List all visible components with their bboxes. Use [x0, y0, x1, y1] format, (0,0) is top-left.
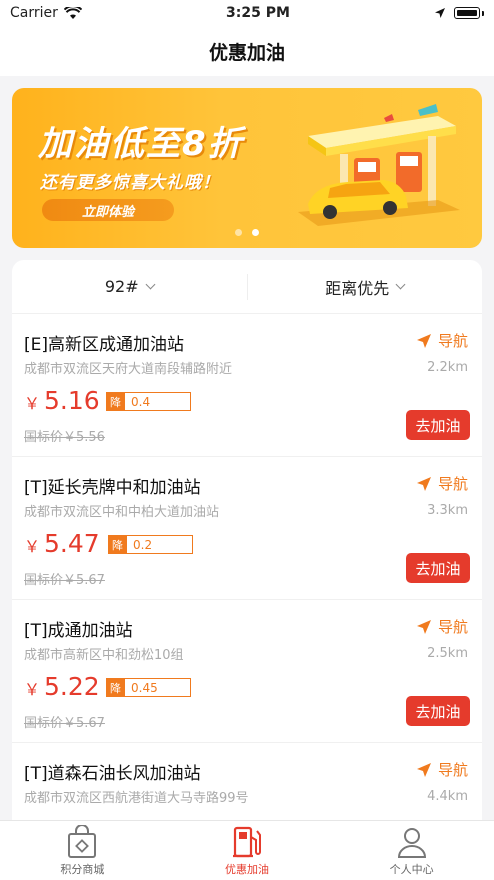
standard-price: 国标价￥5.56 [24, 430, 105, 445]
status-bar: Carrier 3:25 PM [0, 0, 494, 26]
promo-banner[interactable]: 加油低至8折 还有更多惊喜大礼哦！ 立即体验 [12, 88, 482, 248]
currency-symbol: ￥ [24, 537, 41, 556]
shopping-bag-icon [68, 825, 97, 858]
fuel-type-label: 92# [104, 277, 139, 296]
go-refuel-button[interactable]: 去加油 [406, 696, 470, 726]
navigation-arrow-icon [416, 333, 431, 348]
navigate-button[interactable]: 导航 [416, 330, 468, 351]
price-value: 5.47 [44, 529, 100, 558]
discount-tag: 降 [108, 535, 127, 554]
discount-badge: 降 0.4 [106, 392, 191, 411]
tab-label: 个人中心 [389, 863, 434, 876]
station-distance: 2.2km [427, 360, 468, 375]
go-refuel-button[interactable]: 去加油 [406, 553, 470, 583]
location-arrow-icon [435, 8, 445, 18]
currency-symbol: ￥ [24, 680, 41, 699]
clock: 3:25 PM [226, 5, 290, 21]
station-name: [T]成通加油站 [24, 621, 133, 641]
navigation-arrow-icon [416, 476, 431, 491]
navigate-button[interactable]: 导航 [416, 473, 468, 494]
station-address: 成都市双流区天府大道南段辅路附近 [24, 362, 233, 377]
price-value: 5.22 [44, 672, 100, 701]
station-item[interactable]: [T]成通加油站 成都市高新区中和劲松10组 导航 2.5km ￥ 5.22 降… [12, 600, 482, 743]
tab-points-mall[interactable]: 积分商城 [0, 821, 165, 880]
bottom-tab-bar: 积分商城 优惠加油 个人中心 [0, 820, 494, 880]
discount-badge: 降 0.45 [106, 678, 191, 697]
chevron-down-icon [145, 279, 156, 290]
station-item[interactable]: [T]延长壳牌中和加油站 成都市双流区中和中柏大道加油站 导航 3.3km ￥ … [12, 457, 482, 600]
standard-price: 国标价￥5.67 [24, 716, 105, 731]
filter-bar: 92# 距离优先 [12, 260, 482, 314]
station-item[interactable]: [E]高新区成通加油站 成都市双流区天府大道南段辅路附近 导航 2.2km ￥ … [12, 314, 482, 457]
battery-icon [454, 7, 480, 19]
station-distance: 2.5km [427, 646, 468, 661]
discount-amount: 0.45 [125, 678, 191, 697]
currency-symbol: ￥ [24, 394, 41, 413]
wifi-icon [63, 6, 82, 19]
station-name: [T]道森石油长风加油站 [24, 764, 201, 784]
station-address: 成都市双流区西航港街道大马寺路99号 [24, 791, 249, 806]
discount-tag: 降 [106, 678, 125, 697]
fuel-pump-icon [233, 826, 261, 858]
navigation-arrow-icon [416, 619, 431, 634]
tab-discount-fuel[interactable]: 优惠加油 [165, 821, 330, 880]
station-price: ￥ 5.16 [24, 386, 100, 415]
station-name: [T]延长壳牌中和加油站 [24, 478, 201, 498]
tab-label: 优惠加油 [225, 863, 269, 876]
go-refuel-button[interactable]: 去加油 [406, 410, 470, 440]
station-address: 成都市高新区中和劲松10组 [24, 648, 184, 663]
chevron-down-icon [395, 279, 406, 290]
station-address: 成都市双流区中和中柏大道加油站 [24, 505, 220, 520]
pagination-dot[interactable] [235, 229, 242, 236]
sort-label: 距离优先 [325, 278, 390, 298]
navigate-button[interactable]: 导航 [416, 616, 468, 637]
navigate-label: 导航 [437, 332, 468, 350]
navigate-button[interactable]: 导航 [416, 759, 468, 780]
station-price: ￥ 5.47 [24, 529, 100, 558]
standard-price: 国标价￥5.67 [24, 573, 105, 588]
sort-filter[interactable]: 距离优先 [248, 275, 483, 299]
navigate-label: 导航 [437, 618, 468, 636]
discount-badge: 降 0.2 [108, 535, 193, 554]
navigate-label: 导航 [437, 475, 468, 493]
navigation-arrow-icon [416, 762, 431, 777]
navigation-bar: 优惠加油 [0, 26, 494, 76]
discount-amount: 0.2 [127, 535, 193, 554]
banner-pagination [12, 229, 482, 236]
station-list-card: 92# 距离优先 [E]高新区成通加油站 成都市双流区天府大道南段辅路附近 导航… [12, 260, 482, 840]
station-distance: 3.3km [427, 503, 468, 518]
carrier-label: Carrier [10, 5, 58, 21]
tab-profile[interactable]: 个人中心 [329, 821, 494, 880]
banner-title: 加油低至8折 [38, 124, 244, 164]
banner-subtitle: 还有更多惊喜大礼哦！ [40, 173, 220, 193]
discount-amount: 0.4 [125, 392, 191, 411]
fuel-type-filter[interactable]: 92# [12, 277, 247, 296]
banner-try-button[interactable]: 立即体验 [42, 199, 174, 221]
user-icon [397, 828, 426, 858]
station-name: [E]高新区成通加油站 [24, 335, 185, 355]
discount-tag: 降 [106, 392, 125, 411]
price-value: 5.16 [44, 386, 100, 415]
station-price: ￥ 5.22 [24, 672, 100, 701]
tab-label: 积分商城 [60, 863, 105, 876]
page-title: 优惠加油 [208, 41, 285, 64]
navigate-label: 导航 [437, 761, 468, 779]
pagination-dot-active[interactable] [252, 229, 259, 236]
station-distance: 4.4km [427, 789, 468, 804]
gas-station-illustration [298, 104, 460, 226]
